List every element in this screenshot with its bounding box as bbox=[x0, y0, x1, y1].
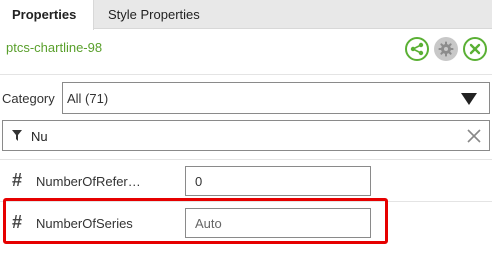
property-name: NumberOfRefer… bbox=[36, 174, 141, 189]
category-select[interactable]: All (71) bbox=[62, 82, 490, 114]
share-icon bbox=[410, 42, 424, 56]
tab-properties[interactable]: Properties bbox=[0, 0, 94, 30]
share-button[interactable] bbox=[405, 37, 429, 61]
clear-filter-icon[interactable] bbox=[466, 128, 482, 144]
divider bbox=[0, 74, 492, 75]
close-button[interactable] bbox=[463, 37, 487, 61]
number-of-references-input[interactable] bbox=[185, 166, 371, 196]
dropdown-arrow-icon bbox=[461, 93, 477, 105]
filter-text: Nu bbox=[31, 129, 48, 144]
tab-style-properties[interactable]: Style Properties bbox=[96, 0, 212, 29]
gear-icon bbox=[438, 41, 454, 57]
divider bbox=[0, 159, 492, 160]
property-row: # NumberOfRefer… bbox=[0, 161, 492, 201]
highlight-box bbox=[3, 198, 388, 244]
category-label: Category bbox=[2, 91, 55, 106]
entity-name: ptcs-chartline-98 bbox=[6, 40, 103, 55]
filter-icon bbox=[12, 130, 22, 141]
filter-input[interactable]: Nu bbox=[2, 120, 490, 151]
close-icon bbox=[469, 43, 481, 55]
number-type-icon: # bbox=[12, 170, 23, 190]
category-value: All (71) bbox=[67, 91, 109, 106]
settings-button[interactable] bbox=[434, 37, 458, 61]
tab-bar: Properties Style Properties bbox=[0, 0, 492, 30]
